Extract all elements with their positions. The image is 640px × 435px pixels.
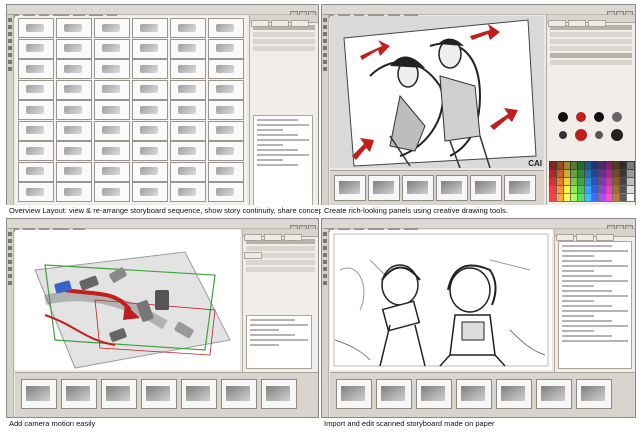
- storyboard-thumbnail[interactable]: [18, 120, 54, 141]
- scanned-caption: Import and edit scanned storyboard made …: [321, 418, 637, 430]
- storyboard-thumbnail[interactable]: [56, 59, 92, 79]
- storyboard-thumbnail[interactable]: [132, 120, 168, 141]
- storyboard-thumbnail[interactable]: [56, 120, 92, 141]
- storyboard-thumbnail[interactable]: [208, 59, 244, 79]
- storyboard-thumbnail[interactable]: [132, 18, 168, 38]
- camera-window: [6, 218, 319, 418]
- storyboard-thumbnail[interactable]: [208, 120, 244, 141]
- color-palette[interactable]: [549, 161, 635, 203]
- storyboard-thumbnail[interactable]: [170, 182, 206, 202]
- storyboard-thumbnail[interactable]: [132, 59, 168, 79]
- storyboard-thumbnail[interactable]: [18, 182, 54, 202]
- toolbar[interactable]: [322, 229, 329, 417]
- storyboard-grid[interactable]: [15, 16, 247, 204]
- storyboard-thumbnail[interactable]: [94, 141, 130, 161]
- storyboard-thumbnail[interactable]: [208, 182, 244, 202]
- drawing-canvas[interactable]: CAI: [330, 16, 544, 169]
- camera-canvas[interactable]: [15, 230, 240, 370]
- menu-bar[interactable]: [322, 5, 635, 18]
- notes-panel[interactable]: [253, 115, 313, 205]
- storyboard-thumbnail[interactable]: [132, 100, 168, 120]
- menu-bar[interactable]: [7, 5, 318, 18]
- storyboard-thumbnail[interactable]: [132, 38, 168, 59]
- storyboard-thumbnail[interactable]: [170, 18, 206, 38]
- overview-caption: Overview Layout: view & re-arrange story…: [6, 205, 329, 217]
- brush-presets[interactable]: [553, 107, 629, 147]
- storyboard-thumbnail[interactable]: [56, 182, 92, 202]
- storyboard-thumbnail[interactable]: [18, 79, 54, 100]
- panel-strip[interactable]: [330, 372, 635, 417]
- properties-panel: [249, 15, 318, 205]
- couple-sketch: [343, 19, 537, 169]
- storyboard-thumbnail[interactable]: [132, 161, 168, 182]
- storyboard-thumbnail[interactable]: [208, 161, 244, 182]
- storyboard-thumbnail[interactable]: [94, 18, 130, 38]
- storyboard-thumbnail[interactable]: [18, 38, 54, 59]
- menu-bar[interactable]: [7, 219, 318, 232]
- canvas-watermark: CAI: [528, 159, 542, 168]
- storyboard-thumbnail[interactable]: [208, 18, 244, 38]
- toolbar[interactable]: [7, 229, 14, 417]
- storyboard-thumbnail[interactable]: [94, 59, 130, 79]
- storyboard-thumbnail[interactable]: [170, 161, 206, 182]
- storyboard-thumbnail[interactable]: [132, 79, 168, 100]
- storyboard-thumbnail[interactable]: [56, 38, 92, 59]
- storyboard-thumbnail[interactable]: [18, 18, 54, 38]
- storyboard-thumbnail[interactable]: [170, 79, 206, 100]
- storyboard-thumbnail[interactable]: [94, 79, 130, 100]
- storyboard-thumbnail[interactable]: [56, 161, 92, 182]
- storyboard-thumbnail[interactable]: [94, 182, 130, 202]
- toolbar[interactable]: [7, 15, 14, 205]
- drawing-caption: Create rich-looking panels using creativ…: [321, 205, 637, 217]
- storyboard-thumbnail[interactable]: [56, 141, 92, 161]
- storyboard-thumbnail[interactable]: [18, 59, 54, 79]
- storyboard-thumbnail[interactable]: [170, 59, 206, 79]
- storyboard-thumbnail[interactable]: [94, 120, 130, 141]
- toolbar[interactable]: [322, 15, 329, 205]
- drawing-window: CAI: [321, 4, 636, 206]
- scanned-canvas[interactable]: [330, 230, 552, 370]
- storyboard-thumbnail[interactable]: [208, 100, 244, 120]
- storyboard-thumbnail[interactable]: [208, 79, 244, 100]
- storyboard-thumbnail[interactable]: [170, 100, 206, 120]
- storyboard-thumbnail[interactable]: [94, 161, 130, 182]
- storyboard-thumbnail[interactable]: [170, 120, 206, 141]
- panel-strip[interactable]: [15, 372, 318, 417]
- tool-properties-panel: [546, 15, 635, 205]
- script-text[interactable]: [558, 241, 632, 369]
- storyboard-thumbnail[interactable]: [94, 38, 130, 59]
- action-notes-panel[interactable]: [246, 315, 312, 369]
- scanned-window: [321, 218, 636, 418]
- menu-bar[interactable]: [322, 219, 635, 232]
- scanned-sketch: [333, 233, 549, 367]
- storyboard-thumbnail[interactable]: [132, 141, 168, 161]
- storyboard-thumbnail[interactable]: [208, 38, 244, 59]
- panel-strip[interactable]: [330, 170, 544, 205]
- storyboard-thumbnail[interactable]: [208, 141, 244, 161]
- camera-caption: Add camera motion easily: [6, 418, 320, 430]
- palette-swatch[interactable]: [626, 193, 635, 202]
- storyboard-thumbnail[interactable]: [56, 18, 92, 38]
- storyboard-thumbnail[interactable]: [56, 79, 92, 100]
- storyboard-thumbnail[interactable]: [170, 141, 206, 161]
- storyboard-thumbnail[interactable]: [18, 161, 54, 182]
- storyboard-thumbnail[interactable]: [132, 182, 168, 202]
- overview-window: [6, 4, 319, 206]
- storyboard-thumbnail[interactable]: [56, 100, 92, 120]
- storyboard-thumbnail[interactable]: [170, 38, 206, 59]
- storyboard-thumbnail[interactable]: [18, 100, 54, 120]
- storyboard-thumbnail[interactable]: [94, 100, 130, 120]
- storyboard-thumbnail[interactable]: [18, 141, 54, 161]
- car-chase-sketch: [34, 251, 231, 369]
